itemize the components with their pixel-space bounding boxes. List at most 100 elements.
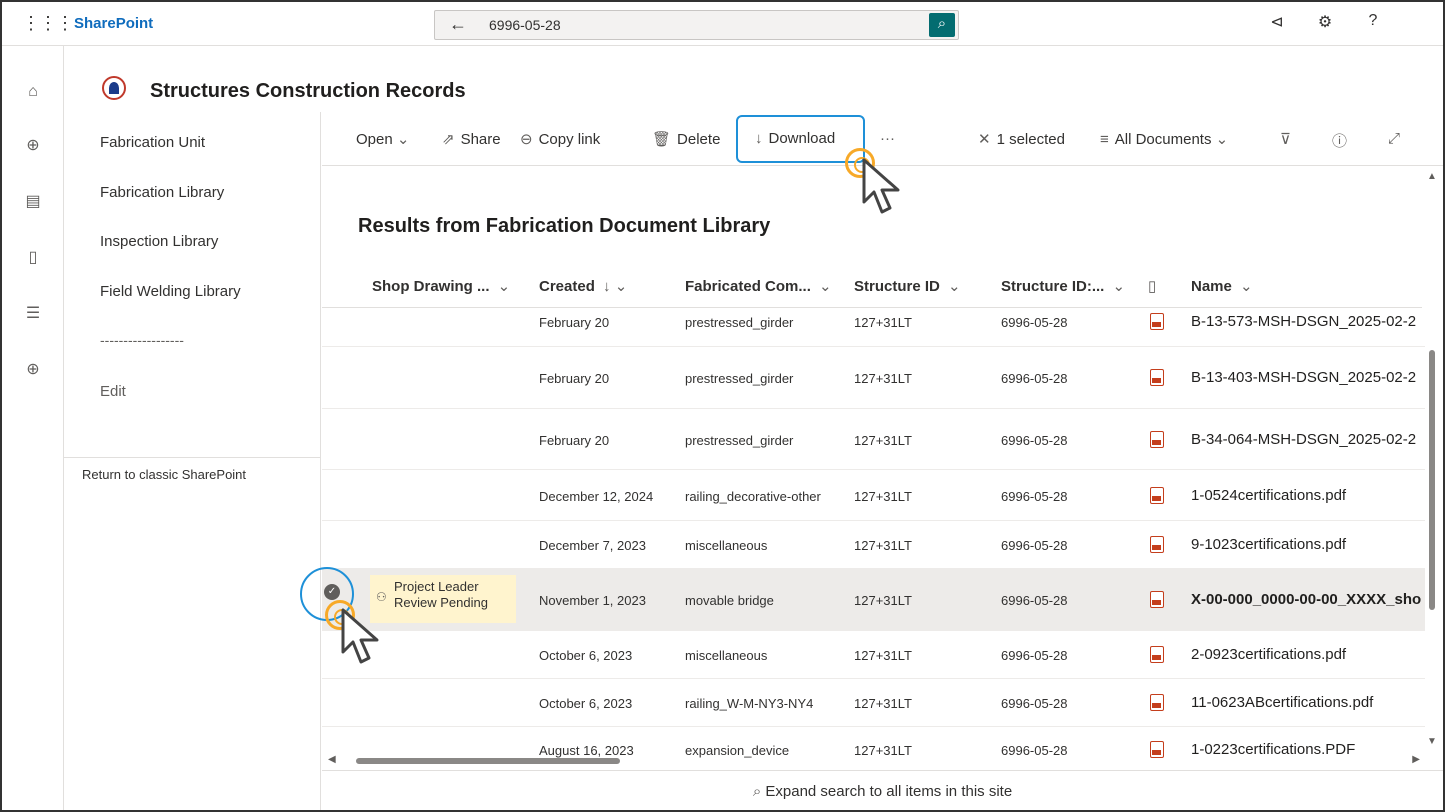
cell-structure-id-2: 6996-05-28 xyxy=(1001,371,1068,386)
search-input[interactable]: 6996-05-28 xyxy=(489,17,561,33)
chevron-down-icon: ⌄ xyxy=(1215,131,1229,148)
cell-fabricated: prestressed_girder xyxy=(685,315,794,330)
download-icon: ↓ xyxy=(755,130,763,147)
sharepoint-brand[interactable]: SharePoint xyxy=(74,15,153,32)
home-icon[interactable]: ⌂ xyxy=(23,82,43,102)
delete-button[interactable]: 🗑 Delete xyxy=(652,130,720,148)
cell-name[interactable]: 9-1023certifications.pdf xyxy=(1191,536,1346,553)
nav-item-fabrication-unit[interactable]: Fabrication Unit xyxy=(100,134,205,151)
selected-label: 1 selected xyxy=(996,131,1065,148)
cell-name[interactable]: X-00-000_0000-00-00_XXXX_sho xyxy=(1191,591,1421,608)
news-icon[interactable]: ▤ xyxy=(23,192,43,212)
pdf-icon xyxy=(1150,536,1164,553)
cell-fabricated: movable bridge xyxy=(685,593,774,608)
nav-edit-link[interactable]: Edit xyxy=(100,383,126,400)
cell-created: February 20 xyxy=(539,371,610,386)
suite-icons: ⊲ ⚙ ? xyxy=(1267,12,1383,32)
scroll-left-icon[interactable]: ◀ xyxy=(328,754,336,765)
status-badge[interactable]: ⚇ Project Leader Review Pending xyxy=(370,575,516,623)
view-label: All Documents xyxy=(1114,131,1212,148)
scroll-down-icon[interactable]: ▼ xyxy=(1427,736,1437,747)
create-icon[interactable]: ⊕ xyxy=(23,360,43,380)
cell-created: December 12, 2024 xyxy=(539,489,654,504)
cell-fabricated: prestressed_girder xyxy=(685,371,794,386)
cell-structure-id-2: 6996-05-28 xyxy=(1001,538,1068,553)
vertical-scrollbar[interactable]: ▲ ▼ xyxy=(1425,167,1439,767)
gear-icon[interactable]: ⚙ xyxy=(1315,12,1335,32)
download-button[interactable]: ↓ Download xyxy=(755,130,835,147)
scroll-right-icon[interactable]: ▶ xyxy=(1412,754,1420,765)
pdf-icon xyxy=(1150,646,1164,663)
megaphone-icon[interactable]: ⊲ xyxy=(1267,12,1287,32)
cell-created: November 1, 2023 xyxy=(539,593,646,608)
vertical-scroll-thumb[interactable] xyxy=(1429,350,1435,610)
cell-structure-id: 127+31LT xyxy=(854,489,912,504)
copy-link-button[interactable]: ⊖ Copy link xyxy=(520,130,600,148)
mouse-pointer-icon xyxy=(862,158,900,214)
cell-fabricated: railing_W-M-NY3-NY4 xyxy=(685,696,814,711)
suite-bar: ⋮⋮⋮ SharePoint ← 6996-05-28 ⌕ ⊲ ⚙ ? xyxy=(2,2,1443,46)
site-title[interactable]: Structures Construction Records xyxy=(150,80,466,103)
more-button[interactable]: ··· xyxy=(880,130,895,147)
selected-count[interactable]: ✕ 1 selected xyxy=(978,130,1065,148)
share-button[interactable]: ⇗ Share xyxy=(442,130,501,148)
pdf-icon xyxy=(1150,313,1164,330)
cell-structure-id: 127+31LT xyxy=(854,315,912,330)
cell-structure-id-2: 6996-05-28 xyxy=(1001,315,1068,330)
open-button[interactable]: Open ⌄ xyxy=(356,130,415,148)
help-icon[interactable]: ? xyxy=(1363,12,1383,32)
nav-item-field-welding-library[interactable]: Field Welding Library xyxy=(100,283,241,300)
file-icon[interactable]: ▯ xyxy=(23,248,43,268)
nav-item-fabrication-library[interactable]: Fabrication Library xyxy=(100,184,224,201)
return-classic-link[interactable]: Return to classic SharePoint xyxy=(82,467,246,482)
filter-icon[interactable]: ⊽ xyxy=(1280,130,1291,148)
cell-name[interactable]: B-13-403-MSH-DSGN_2025-02-2 xyxy=(1191,369,1416,386)
trash-icon: 🗑 xyxy=(652,131,672,148)
search-box[interactable]: ← 6996-05-28 ⌕ xyxy=(434,10,959,40)
table-row[interactable]: February 20 prestressed_girder 127+31LT … xyxy=(322,409,1425,470)
horizontal-scrollbar[interactable]: ◀ ▶ xyxy=(322,754,1422,768)
pdf-icon xyxy=(1150,591,1164,608)
results-title: Results from Fabrication Document Librar… xyxy=(358,215,771,237)
horizontal-scroll-thumb[interactable] xyxy=(356,758,620,764)
globe-icon[interactable]: ⊕ xyxy=(23,136,43,156)
share-icon: ⇗ xyxy=(442,131,455,148)
cell-created: October 6, 2023 xyxy=(539,696,633,711)
cell-structure-id: 127+31LT xyxy=(854,433,912,448)
scroll-up-icon[interactable]: ▲ xyxy=(1427,171,1437,182)
table-row[interactable]: October 6, 2023 miscellaneous 127+31LT 6… xyxy=(322,631,1425,679)
cell-created: February 20 xyxy=(539,315,610,330)
list-icon[interactable]: ☰ xyxy=(23,304,43,324)
pdf-icon xyxy=(1150,487,1164,504)
cell-name[interactable]: B-34-064-MSH-DSGN_2025-02-2 xyxy=(1191,431,1416,448)
table-row[interactable]: February 20 prestressed_girder 127+31LT … xyxy=(322,287,1425,347)
table-row[interactable]: February 20 prestressed_girder 127+31LT … xyxy=(322,347,1425,409)
cell-fabricated: prestressed_girder xyxy=(685,433,794,448)
info-icon[interactable]: ⓘ xyxy=(1332,130,1347,151)
cell-name[interactable]: 11-0623ABcertifications.pdf xyxy=(1191,694,1373,711)
cell-fabricated: railing_decorative-other xyxy=(685,489,821,504)
cell-name[interactable]: 2-0923certifications.pdf xyxy=(1191,646,1346,663)
table-row[interactable]: December 12, 2024 railing_decorative-oth… xyxy=(322,470,1425,521)
nav-separator: ------------------ xyxy=(100,332,184,348)
cell-name[interactable]: 1-0524certifications.pdf xyxy=(1191,487,1346,504)
link-icon: ⊖ xyxy=(520,131,533,148)
search-icon[interactable]: ⌕ xyxy=(929,13,955,37)
table-row-selected[interactable]: ✓ ⚇ Project Leader Review Pending Novemb… xyxy=(322,569,1425,631)
nav-divider xyxy=(64,457,321,458)
view-switcher[interactable]: ≡ All Documents ⌄ xyxy=(1100,130,1234,148)
cell-structure-id-2: 6996-05-28 xyxy=(1001,593,1068,608)
expand-search-link[interactable]: ⌕ Expand search to all items in this sit… xyxy=(322,770,1443,810)
nav-item-inspection-library[interactable]: Inspection Library xyxy=(100,233,218,250)
back-arrow-icon[interactable]: ← xyxy=(449,14,467,35)
cell-created: February 20 xyxy=(539,433,610,448)
table-row[interactable]: December 7, 2023 miscellaneous 127+31LT … xyxy=(322,521,1425,569)
status-line-1: Project Leader xyxy=(394,579,479,594)
app-launcher-icon[interactable]: ⋮⋮⋮ xyxy=(22,12,74,36)
open-label: Open xyxy=(356,131,393,148)
cell-name[interactable]: B-13-573-MSH-DSGN_2025-02-2 xyxy=(1191,313,1416,330)
table-row[interactable]: October 6, 2023 railing_W-M-NY3-NY4 127+… xyxy=(322,679,1425,727)
expand-icon[interactable]: ⤢ xyxy=(1388,130,1400,147)
cell-structure-id-2: 6996-05-28 xyxy=(1001,489,1068,504)
search-icon: ⌕ xyxy=(752,783,762,800)
